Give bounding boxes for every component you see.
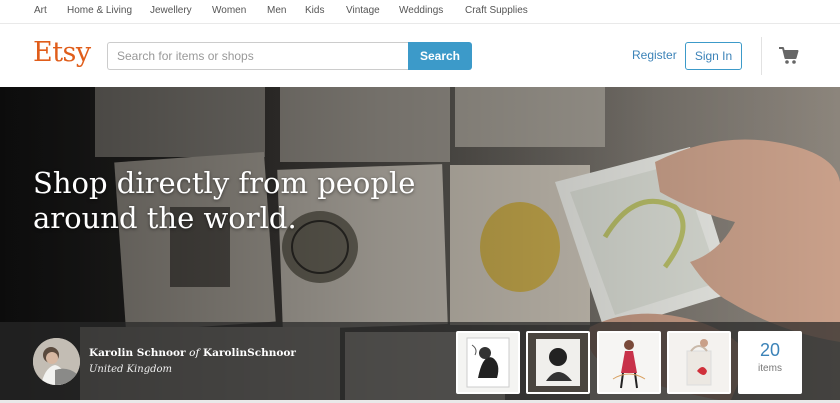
etsy-logo[interactable]: Etsy: [33, 37, 91, 68]
nav-item-men[interactable]: Men: [267, 5, 286, 16]
seller-name-line[interactable]: Karolin Schnoor of KarolinSchnoor: [89, 347, 296, 359]
nav-item-jewellery[interactable]: Jewellery: [150, 5, 192, 16]
site-header: Etsy Search Register Sign In: [0, 25, 840, 87]
seller-of-text: of: [189, 347, 200, 359]
seller-location: United Kingdom: [89, 364, 172, 375]
hero-headline: Shop directly from people around the wor…: [33, 166, 416, 235]
nav-item-home-living[interactable]: Home & Living: [67, 5, 132, 16]
nav-item-vintage[interactable]: Vintage: [346, 5, 380, 16]
shop-item-count[interactable]: 20 items: [738, 331, 802, 394]
seller-avatar[interactable]: [33, 338, 80, 385]
seller-shop-name[interactable]: KarolinSchnoor: [203, 347, 296, 359]
header-divider: [761, 37, 762, 75]
seller-name[interactable]: Karolin Schnoor: [89, 347, 186, 359]
listing-thumbnail-1[interactable]: [456, 331, 520, 394]
cart-icon[interactable]: [778, 46, 800, 66]
nav-item-weddings[interactable]: Weddings: [399, 5, 443, 16]
item-count-number: 20: [759, 340, 781, 360]
item-count-label: items: [758, 363, 782, 374]
search-button[interactable]: Search: [408, 42, 472, 70]
listing-thumbnail-3[interactable]: [597, 331, 661, 394]
nav-item-women[interactable]: Women: [212, 5, 246, 16]
category-nav: Art Home & Living Jewellery Women Men Ki…: [0, 0, 840, 24]
nav-item-kids[interactable]: Kids: [305, 5, 324, 16]
search-input[interactable]: [107, 42, 409, 70]
listing-thumbnail-2[interactable]: [526, 331, 590, 394]
sign-in-button[interactable]: Sign In: [685, 42, 742, 70]
register-link[interactable]: Register: [632, 48, 677, 62]
listing-thumbnail-4[interactable]: [667, 331, 731, 394]
hero-banner: Shop directly from people around the wor…: [0, 87, 840, 403]
nav-item-craft-supplies[interactable]: Craft Supplies: [465, 5, 528, 16]
featured-seller-strip: Karolin Schnoor of KarolinSchnoor United…: [0, 322, 840, 403]
nav-item-art[interactable]: Art: [34, 5, 47, 16]
